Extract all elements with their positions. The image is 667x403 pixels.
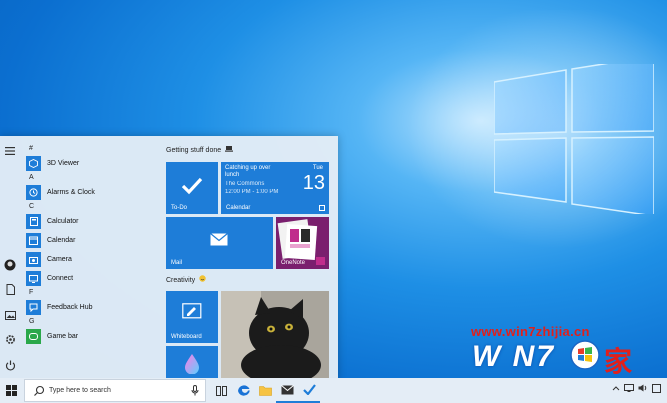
tile-label: Mail <box>171 260 183 266</box>
watermark-brand: W N7 <box>472 340 555 373</box>
notification-icon[interactable] <box>652 384 661 395</box>
todo-tile[interactable]: To-Do <box>166 162 218 214</box>
app-item-feedback-hub[interactable]: Feedback Hub <box>26 298 156 317</box>
calendar-icon <box>26 233 41 248</box>
app-label: Calendar <box>47 237 76 244</box>
watermark-url: www.win7zhijia.cn <box>471 324 590 339</box>
app-item-game-bar[interactable]: Game bar <box>26 327 156 346</box>
section-letter[interactable]: F <box>26 288 156 298</box>
app-item-camera[interactable]: Camera <box>26 250 156 269</box>
tile-label: OneNote <box>281 260 306 266</box>
windows-logo-wallpaper <box>494 64 654 214</box>
watermark-brand-suffix: 家 <box>604 346 633 377</box>
paint3d-tile[interactable] <box>166 346 218 380</box>
whiteboard-tile[interactable]: Whiteboard <box>166 291 218 343</box>
taskbar-edge-button[interactable] <box>232 378 254 403</box>
cube-icon <box>26 156 41 171</box>
calendar-event-title: Catching up over lunch <box>225 165 271 178</box>
feedback-icon <box>26 300 41 315</box>
app-item-3d-viewer[interactable]: 3D Viewer <box>26 154 156 173</box>
section-letter[interactable]: C <box>26 202 156 212</box>
app-item-calendar[interactable]: Calendar <box>26 231 156 250</box>
calendar-badge-icon <box>319 205 325 211</box>
taskbar-file-explorer-button[interactable] <box>254 378 276 403</box>
pictures-icon[interactable] <box>2 308 18 322</box>
group-title-text: Getting stuff done <box>166 147 222 154</box>
app-label: 3D Viewer <box>47 160 80 167</box>
start-button[interactable] <box>0 378 22 403</box>
app-label: Feedback Hub <box>47 304 93 311</box>
calendar-weekday: Tue <box>312 165 323 171</box>
app-label: Alarms & Clock <box>47 189 95 196</box>
section-letter[interactable]: G <box>26 317 156 327</box>
edge-browser-icon <box>237 385 250 396</box>
microphone-icon <box>191 385 199 396</box>
section-letter[interactable]: A <box>26 173 156 183</box>
connect-icon <box>26 271 41 286</box>
photos-tile[interactable] <box>221 291 329 380</box>
app-label: Camera <box>47 256 72 263</box>
app-item-calculator[interactable]: Calculator <box>26 212 156 231</box>
calendar-day-number: 13 <box>302 172 325 194</box>
app-list: # 3D Viewer A Alarms & Clock C Calculato… <box>26 144 156 346</box>
taskbar: Type here to search <box>0 378 667 403</box>
search-icon <box>34 385 45 396</box>
todo-check-icon <box>302 384 316 395</box>
start-menu: # 3D Viewer A Alarms & Clock C Calculato… <box>0 136 338 380</box>
calendar-event-time: 12:00 PM - 1:00 PM <box>225 189 279 195</box>
tile-label: Whiteboard <box>171 334 202 340</box>
checkmark-icon <box>181 177 203 195</box>
system-tray <box>612 384 661 395</box>
document-icon[interactable] <box>2 282 18 296</box>
mail-tile[interactable]: Mail <box>166 217 273 269</box>
mail-icon <box>280 384 294 394</box>
folder-icon <box>258 386 272 396</box>
user-avatar[interactable] <box>2 258 18 272</box>
group-title-getting-stuff-done[interactable]: Getting stuff done <box>166 146 234 154</box>
camera-icon <box>26 252 41 267</box>
task-view-button[interactable] <box>210 378 232 403</box>
search-placeholder: Type here to search <box>49 387 111 394</box>
tile-label: Calendar <box>226 205 251 211</box>
group-title-creativity[interactable]: Creativity <box>166 275 206 284</box>
watermark-logo: W N7 家 <box>472 338 662 380</box>
app-item-connect[interactable]: Connect <box>26 269 156 288</box>
volume-icon[interactable] <box>638 384 648 395</box>
gamebar-icon <box>26 329 41 344</box>
calculator-icon <box>26 214 41 229</box>
tile-label: To-Do <box>171 205 188 211</box>
start-rail <box>0 136 20 380</box>
app-label: Calculator <box>47 218 79 225</box>
smiley-emoji-icon <box>199 275 206 282</box>
settings-gear-icon[interactable] <box>2 332 18 346</box>
clock-icon <box>26 185 41 200</box>
cat-photo-icon <box>221 291 329 380</box>
chevron-up-icon[interactable] <box>612 384 620 395</box>
taskbar-todo-button[interactable] <box>298 378 320 403</box>
whiteboard-icon <box>182 303 202 319</box>
network-icon[interactable] <box>624 384 634 395</box>
mail-envelope-icon <box>210 233 228 246</box>
calendar-event-location: The Commons <box>225 181 265 187</box>
windows-orb-icon <box>570 340 600 370</box>
app-item-alarms-clock[interactable]: Alarms & Clock <box>26 183 156 202</box>
group-title-text: Creativity <box>166 277 196 284</box>
taskbar-mail-button[interactable] <box>276 378 298 403</box>
power-icon[interactable] <box>2 358 18 372</box>
laptop-emoji-icon <box>225 146 234 152</box>
windows-start-icon <box>5 385 17 396</box>
paint-drop-icon <box>185 354 199 374</box>
taskbar-search-box[interactable]: Type here to search <box>24 379 206 402</box>
app-label: Game bar <box>47 333 79 340</box>
onenote-tile[interactable]: OneNote <box>276 217 329 269</box>
app-label: Connect <box>47 275 74 282</box>
section-letter[interactable]: # <box>26 144 156 154</box>
task-view-icon <box>215 385 227 396</box>
calendar-tile[interactable]: Catching up over lunch The Commons 12:00… <box>221 162 329 214</box>
hamburger-icon[interactable] <box>2 144 18 158</box>
